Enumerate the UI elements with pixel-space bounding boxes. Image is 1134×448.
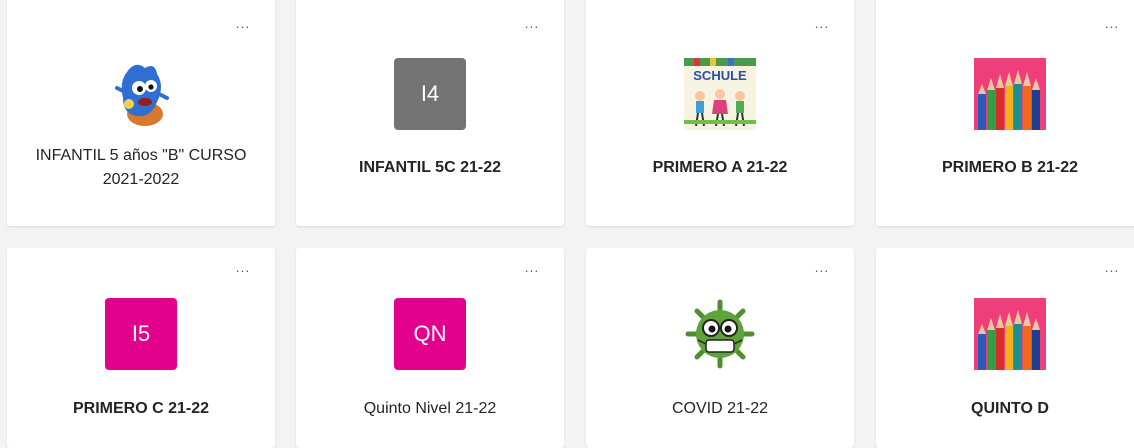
team-name: QUINTO D [971, 400, 1049, 417]
colored-pencils-icon [974, 298, 1046, 370]
team-card-quinto-nivel[interactable]: ... QN Quinto Nivel 21-22 [296, 248, 564, 448]
more-options-button[interactable]: ... [812, 260, 832, 276]
covid-virus-icon [684, 298, 756, 370]
team-name: Quinto Nivel 21-22 [363, 400, 497, 417]
more-options-button[interactable]: ... [812, 16, 832, 32]
initials-tile: I5 [105, 298, 177, 370]
more-options-button[interactable]: ... [1102, 16, 1122, 32]
schule-text: SCHULE [693, 68, 747, 83]
more-options-button[interactable]: ... [233, 16, 253, 32]
team-card-covid[interactable]: ... COVID 21-22 [586, 248, 854, 448]
initials-tile: QN [394, 298, 466, 370]
team-card-primero-a[interactable]: ... SCHULE PRIMERO A 21-22 [586, 0, 854, 226]
team-card-quinto-d[interactable]: ... QUINTO D [876, 248, 1134, 448]
more-options-button[interactable]: ... [522, 16, 542, 32]
team-name: PRIMERO C 21-22 [72, 400, 210, 417]
team-card-infantil-5c[interactable]: ... I4 INFANTIL 5C 21-22 [296, 0, 564, 226]
team-card-primero-c[interactable]: ... I5 PRIMERO C 21-22 [7, 248, 275, 448]
schule-kids-drawing-icon: SCHULE [684, 58, 756, 130]
team-name: INFANTIL 5C 21-22 [359, 159, 501, 176]
team-card-primero-b[interactable]: ... PRIMERO B 21-22 [876, 0, 1134, 226]
more-options-button[interactable]: ... [1102, 260, 1122, 276]
colored-pencils-icon [974, 58, 1046, 130]
team-card-infantil-5b[interactable]: ... INFANTIL 5 años "B" CURSO 2021-2022 [7, 0, 275, 226]
team-name: COVID 21-22 [671, 400, 769, 417]
team-name: PRIMERO A 21-22 [652, 159, 788, 176]
more-options-button[interactable]: ... [233, 260, 253, 276]
monster-image-icon [105, 58, 177, 130]
team-name: INFANTIL 5 años "B" CURSO 2021-2022 [35, 147, 247, 188]
team-name: PRIMERO B 21-22 [941, 159, 1079, 176]
more-options-button[interactable]: ... [522, 260, 542, 276]
initials-tile: I4 [394, 58, 466, 130]
